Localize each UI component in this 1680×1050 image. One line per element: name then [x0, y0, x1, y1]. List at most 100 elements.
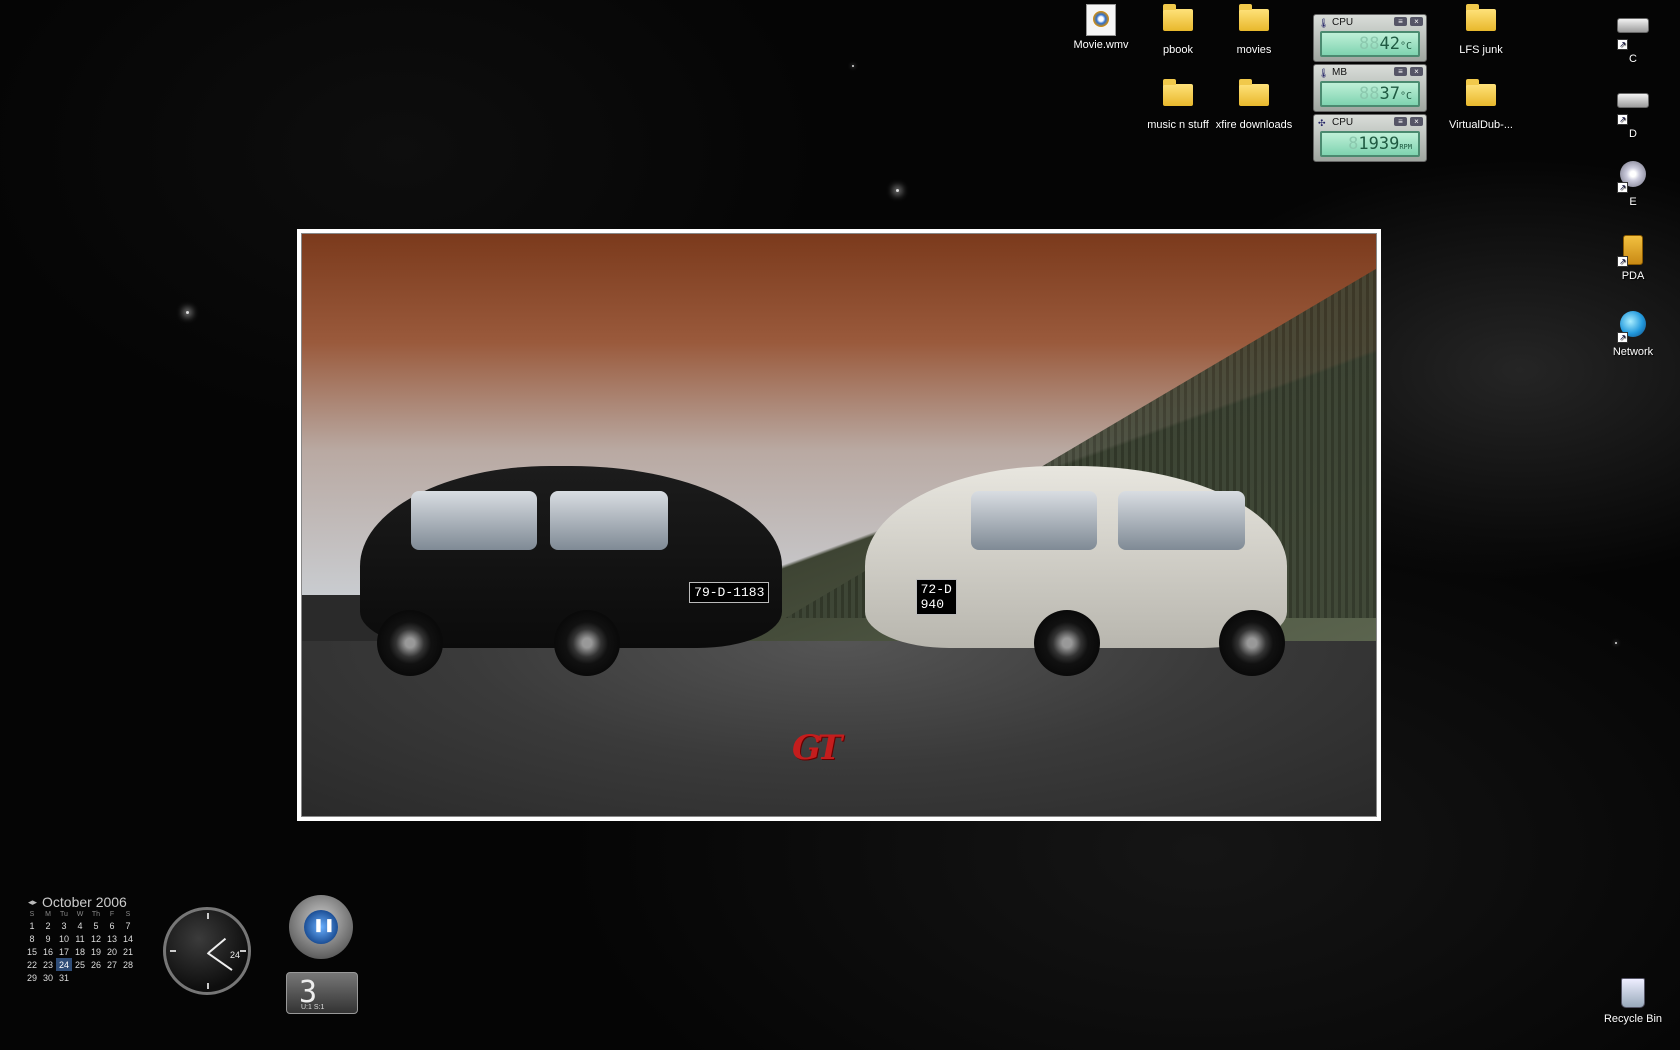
desktop-icon-movies[interactable]: movies	[1214, 3, 1294, 57]
calendar-day[interactable]: 18	[72, 945, 88, 958]
calendar-day[interactable]: 17	[56, 945, 72, 958]
monitor-unit: °C	[1399, 41, 1412, 52]
icon-label: movies	[1236, 44, 1272, 56]
icon-label: Recycle Bin	[1603, 1013, 1663, 1025]
shortcut-arrow-icon: ↗	[1617, 114, 1628, 125]
desktop-icon-network[interactable]: ↗ Network	[1593, 308, 1673, 359]
drive-icon: ↗	[1617, 93, 1649, 125]
calendar-day[interactable]: 20	[104, 945, 120, 958]
folder-icon	[1162, 79, 1194, 116]
pause-icon: ❚❚	[313, 917, 335, 932]
calendar-day[interactable]: 3	[56, 919, 72, 932]
desktop-icon-pbook[interactable]: pbook	[1138, 3, 1218, 57]
calendar-day[interactable]: 9	[40, 932, 56, 945]
counter-status: U:1 S:1	[301, 1004, 325, 1011]
calendar-day[interactable]: 23	[40, 958, 56, 971]
pda-icon: ↗	[1617, 235, 1649, 267]
monitor-label: MB	[1332, 67, 1347, 78]
car-wheel	[554, 610, 621, 676]
counter-gadget[interactable]: 3 U:1 S:1	[286, 972, 358, 1014]
month-nav-arrows-icon[interactable]: ◂▸	[28, 894, 37, 910]
desktop-icon-drive-d[interactable]: ↗ D	[1593, 83, 1673, 141]
desktop-icon-xfire[interactable]: xfire downloads	[1214, 78, 1294, 132]
icon-label: E	[1629, 196, 1637, 208]
desktop-icon-drive-c[interactable]: ↗ C	[1593, 8, 1673, 66]
calendar-day[interactable]: 27	[104, 958, 120, 971]
cpu-temp-monitor[interactable]: 🌡 CPU ≡ × 8842°C	[1313, 14, 1427, 62]
calendar-day[interactable]: 31	[56, 971, 72, 984]
week-row: 29 30 31	[24, 971, 136, 984]
desktop-icon-drive-e[interactable]: ↗ E	[1593, 158, 1673, 209]
star	[896, 189, 899, 192]
car-wheel	[1219, 610, 1286, 676]
week-row: 8 9 10 11 12 13 14	[24, 932, 136, 945]
desktop-icon-recycle-bin[interactable]: Recycle Bin	[1593, 976, 1673, 1026]
settings-icon[interactable]: ≡	[1394, 67, 1407, 76]
calendar-day[interactable]: 22	[24, 958, 40, 971]
calendar-day[interactable]: 5	[88, 919, 104, 932]
calendar-day[interactable]: 6	[104, 919, 120, 932]
motherboard-temp-monitor[interactable]: 🌡 MB ≡ × 8837°C	[1313, 64, 1427, 112]
calendar-day[interactable]: 12	[88, 932, 104, 945]
icon-label: D	[1629, 128, 1637, 140]
calendar-day[interactable]: 21	[120, 945, 136, 958]
desktop-icon-movie[interactable]: Movie.wmv	[1061, 3, 1141, 52]
monitor-label: CPU	[1332, 117, 1354, 128]
calendar-day	[72, 971, 88, 984]
calendar-day[interactable]: 28	[120, 958, 136, 971]
star	[852, 65, 854, 67]
monitor-label: CPU	[1332, 17, 1354, 28]
calendar-day[interactable]: 4	[72, 919, 88, 932]
calendar-day[interactable]: 7	[120, 919, 136, 932]
weekday-label: Th	[91, 911, 101, 918]
close-icon[interactable]: ×	[1410, 67, 1423, 76]
calendar-day[interactable]: 1	[24, 919, 40, 932]
icon-label: PDA	[1621, 270, 1645, 282]
desktop-icon-music[interactable]: music n stuff	[1138, 78, 1218, 132]
calendar-day[interactable]: 16	[40, 945, 56, 958]
fan-icon: ✣	[1318, 118, 1326, 128]
minute-hand	[206, 952, 233, 971]
icon-label: Network	[1612, 346, 1654, 358]
thermometer-icon: 🌡	[1318, 18, 1330, 28]
calendar-day[interactable]: 14	[120, 932, 136, 945]
calendar-day[interactable]: 10	[56, 932, 72, 945]
calendar-day[interactable]: 2	[40, 919, 56, 932]
clock-tick	[207, 983, 209, 989]
calendar-day[interactable]: 19	[88, 945, 104, 958]
desktop-icon-virtualdub[interactable]: VirtualDub-...	[1441, 78, 1521, 132]
icon-label: pbook	[1163, 44, 1193, 56]
calendar-day[interactable]: 29	[24, 971, 40, 984]
calendar-day[interactable]: 15	[24, 945, 40, 958]
calendar-day[interactable]: 8	[24, 932, 40, 945]
thermometer-icon: 🌡	[1318, 68, 1330, 78]
desktop-icon-pda[interactable]: ↗ PDA	[1593, 233, 1673, 283]
calendar-day[interactable]: 30	[40, 971, 56, 984]
settings-icon[interactable]: ≡	[1394, 17, 1407, 26]
monitor-unit: °C	[1399, 91, 1412, 102]
recycle-bin-icon	[1617, 978, 1649, 1010]
analog-clock-gadget[interactable]: 24	[163, 907, 251, 995]
monitor-unit: RPM	[1399, 143, 1412, 151]
desktop-icon-lfs-junk[interactable]: LFS junk	[1441, 3, 1521, 57]
calendar-day-today[interactable]: 24	[56, 958, 72, 971]
calendar-day	[120, 971, 136, 984]
calendar-day[interactable]: 13	[104, 932, 120, 945]
license-plate: 72-D 940	[915, 578, 957, 615]
monitor-value: 37	[1379, 84, 1400, 104]
calendar-day[interactable]: 26	[88, 958, 104, 971]
calendar-day[interactable]: 11	[72, 932, 88, 945]
media-player-gadget[interactable]: ❚❚	[289, 895, 353, 959]
clock-date: 24	[230, 950, 241, 960]
calendar-gadget[interactable]: ◂▸ October 2006 S M Tu W Th F S 1 2 3 4 …	[18, 894, 140, 984]
photo-inner: 79-D-1183 72-D 940 GT	[301, 233, 1377, 817]
gt-logo: GT	[792, 728, 842, 768]
car-window	[410, 491, 538, 550]
close-icon[interactable]: ×	[1410, 117, 1423, 126]
cpu-fan-monitor[interactable]: ✣ CPU ≡ × 81939RPM	[1313, 114, 1427, 162]
settings-icon[interactable]: ≡	[1394, 117, 1407, 126]
close-icon[interactable]: ×	[1410, 17, 1423, 26]
calendar-day[interactable]: 25	[72, 958, 88, 971]
monitor-ghost-digits: 88	[1358, 34, 1380, 54]
car-wheel	[1033, 610, 1100, 676]
